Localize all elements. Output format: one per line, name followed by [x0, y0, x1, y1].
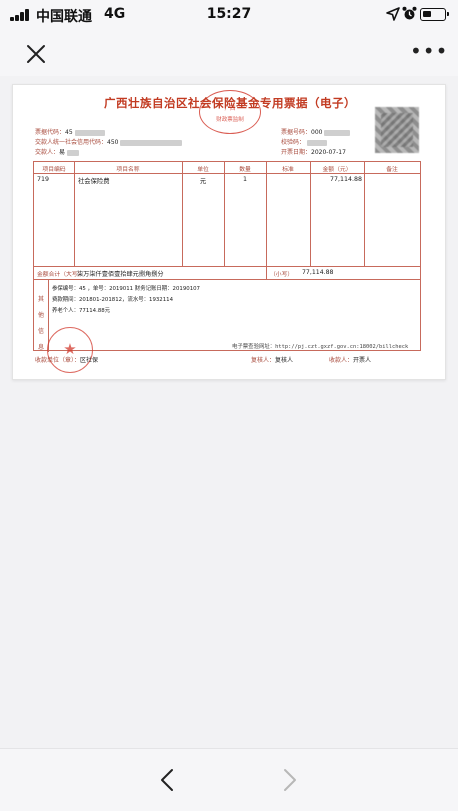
col-standard: 标准 [282, 167, 294, 173]
total-small-label: （小写） [270, 272, 294, 278]
bill-number: 票据号码：000 [281, 127, 351, 136]
other-info-line-2: 费款期间：201801-201812，流水号：1932114 [52, 297, 174, 303]
payer-credit-code: 交款人统一社会信用代码：450 [35, 137, 183, 146]
row-unit: 元 [199, 178, 207, 185]
other-info-line-1: 参保编号：45 ，单号：2019011 财务记账日期：20190107 [52, 286, 200, 292]
verify-url: 电子票查验网址：http://pj.czt.gxzf.gov.cn:18002/… [232, 344, 409, 350]
cashier: 收款人：开票人 [329, 357, 372, 364]
issue-date: 开票日期：2020-07-17 [281, 149, 346, 156]
col-note: 备注 [386, 167, 398, 173]
col-amount: 金额（元） [322, 167, 352, 173]
status-bar: 中国联通 4G 15:27 [0, 0, 458, 30]
bill-code: 票据代码：45 [35, 127, 105, 136]
col-unit: 单位 [197, 167, 209, 173]
row-qty: 1 [242, 176, 247, 183]
chevron-right-icon[interactable] [276, 767, 302, 793]
col-code: 项目编码 [42, 167, 66, 173]
other-info-line-3: 养老个人：77114.88元 [52, 308, 111, 314]
alarm-icon [402, 6, 417, 20]
total-amount: 77,114.88 [302, 269, 334, 276]
more-menu-button[interactable]: ••• [410, 41, 447, 62]
bottom-toolbar [0, 748, 458, 811]
row-amount: 77,114.88 [329, 176, 362, 183]
col-name: 项目名称 [116, 167, 140, 173]
content-area[interactable]: 广西 财政票监制 广西壮族自治区社会保险基金专用票据（电子） 票据代码：45 交… [0, 76, 458, 748]
receipt: 广西 财政票监制 广西壮族自治区社会保险基金专用票据（电子） 票据代码：45 交… [13, 85, 447, 381]
close-icon[interactable] [22, 40, 50, 68]
location-arrow-icon [386, 7, 400, 21]
row-code: 719 [37, 176, 50, 183]
payer-name: 交款人：易 [35, 147, 79, 156]
receipt-table: 项目编码 项目名称 单位 数量 标准 金额（元） 备注 719 社会保险费 元 … [33, 161, 421, 352]
total-uppercase: 柒万柒仟壹佰壹拾肆元捌角捌分 [77, 271, 164, 278]
nav-bar: ••• [0, 30, 458, 76]
payee-unit: 收款单位（章）：区社保 [35, 357, 99, 364]
row-name: 社会保险费 [78, 178, 110, 185]
chevron-left-icon[interactable] [155, 767, 181, 793]
other-info-label: 其他信息 [38, 296, 45, 351]
battery-icon [420, 8, 449, 21]
qr-code [375, 107, 419, 153]
payee-seal: ★ [47, 327, 93, 373]
reviewer: 复核人：复核人 [251, 357, 294, 364]
col-qty: 数量 [239, 167, 251, 173]
check-code: 校验码： [281, 137, 327, 146]
receipt-image[interactable]: 广西 财政票监制 广西壮族自治区社会保险基金专用票据（电子） 票据代码：45 交… [12, 84, 446, 380]
